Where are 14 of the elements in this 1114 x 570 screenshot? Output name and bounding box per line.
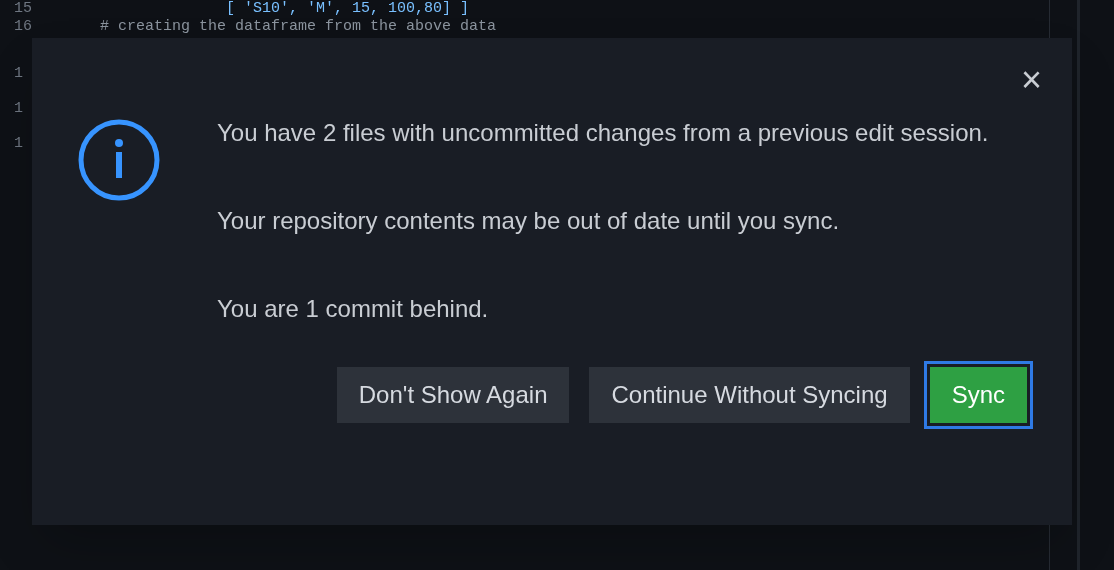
code-line: [ 'S10', 'M', 15, 100,80] ]: [226, 0, 470, 18]
dialog-message: You have 2 files with uncommitted changes from a previous edit session.: [217, 118, 990, 148]
line-number: 1: [13, 134, 24, 154]
line-number: 1: [13, 64, 24, 84]
dialog-button[interactable]: Don't Show Again: [336, 367, 570, 423]
dialog-message: You are 1 commit behind.: [217, 294, 490, 324]
info-icon: [78, 119, 160, 201]
code-line: # creating the dataframe from the above data: [100, 18, 497, 36]
dialog-message: Your repository contents may be out of date until you sync.: [217, 206, 841, 236]
close-button[interactable]: ×: [1020, 60, 1042, 100]
line-number: 15: [13, 0, 30, 18]
dialog-button[interactable]: Continue Without Syncing: [589, 367, 910, 423]
line-number: 1: [13, 99, 24, 119]
line-number: 16: [13, 18, 30, 36]
